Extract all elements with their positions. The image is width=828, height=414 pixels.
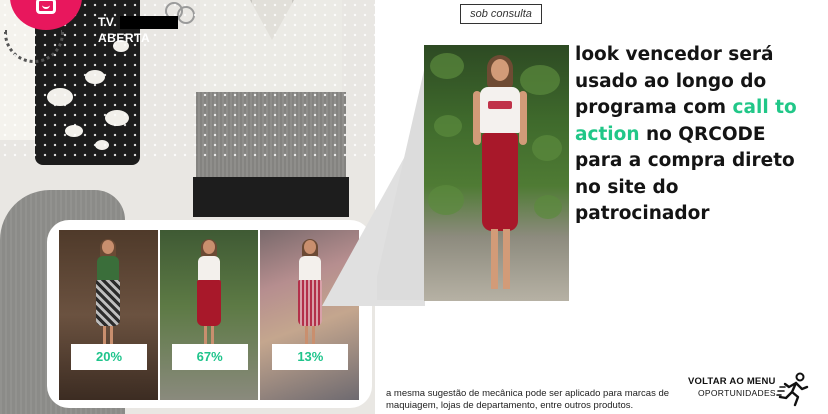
channel-label: TV ABERTA [98,14,179,46]
back-to-menu-button[interactable]: VOLTAR AO MENU OPORTUNIDADES [688,372,820,410]
projection-shadow-upper [377,66,425,300]
poll-percentage: 20% [71,344,147,370]
poll-card: 20% 67% 13% [47,220,372,408]
redacted-bar [120,16,179,30]
dress-black-band [193,177,349,217]
poll-option-1[interactable]: 20% [59,230,158,400]
poll-options: 20% 67% 13% [59,230,359,400]
poll-percentage: 13% [272,344,349,370]
poll-percentage: 67% [171,344,248,370]
winning-look-photo [424,45,569,301]
back-button-title: VOLTAR AO MENU [688,376,776,387]
footnote: a mesma sugestão de mecânica pode ser ap… [386,388,670,411]
poll-option-3[interactable]: 13% [260,230,359,400]
tv-icon [36,0,56,14]
channel-line2: ABERTA [98,31,151,45]
running-person-icon [776,372,809,407]
poll-option-2[interactable]: 67% [159,230,259,400]
channel-line1: TV [98,15,115,29]
headline-text: look vencedor será usado ao longo do pro… [575,42,815,228]
back-button-subtitle: OPORTUNIDADES [698,388,776,398]
price-tag: sob consulta [460,4,542,24]
